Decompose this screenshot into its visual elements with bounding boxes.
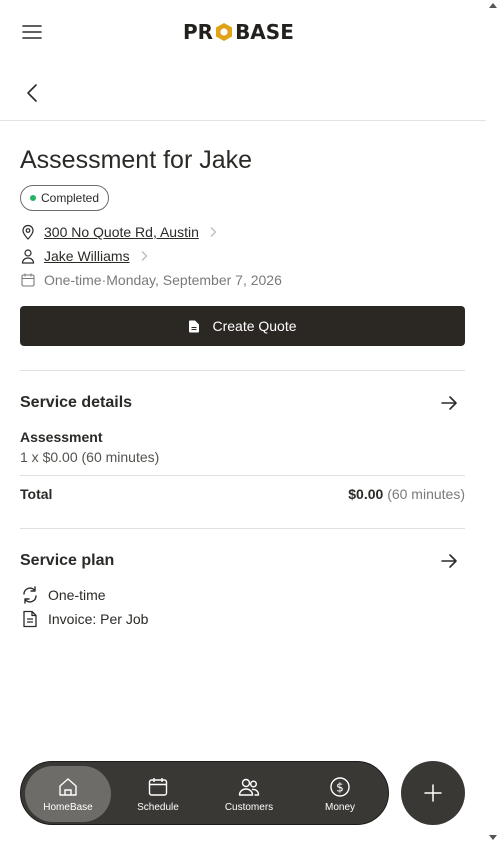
top-bar: PR BASE (0, 0, 486, 64)
back-bar (0, 64, 486, 121)
frequency-label: One-time (48, 587, 106, 603)
total-label: Total (20, 486, 53, 502)
nav-item-money[interactable]: $ Money (297, 766, 383, 822)
create-quote-label: Create Quote (212, 318, 297, 334)
invoice-label: Invoice: Per Job (48, 611, 149, 627)
chevron-right-icon (141, 251, 147, 261)
money-icon: $ (330, 776, 350, 797)
scroll-up-arrow-icon[interactable] (489, 3, 497, 8)
create-quote-button[interactable]: Create Quote (20, 306, 465, 346)
repeat-icon (23, 586, 37, 604)
divider (20, 370, 465, 371)
nav-item-schedule[interactable]: Schedule (115, 766, 201, 822)
status-badge: Completed (20, 185, 110, 211)
nav-item-homebase[interactable]: HomeBase (25, 766, 111, 822)
logo-hexagon-icon (214, 22, 234, 42)
nav-label: Customers (224, 801, 274, 813)
hamburger-menu-icon[interactable] (20, 20, 44, 44)
customers-icon (238, 778, 260, 796)
address-link[interactable]: 300 No Quote Rd, Austin (44, 224, 199, 240)
total-duration: (60 minutes) (387, 486, 465, 502)
back-chevron-icon[interactable] (22, 82, 44, 104)
address-row: 300 No Quote Rd, Austin (20, 222, 219, 242)
customer-link[interactable]: Jake Williams (44, 248, 130, 264)
schedule-type: One-time (44, 272, 102, 288)
plus-icon (424, 784, 442, 802)
frequency-row: One-time (20, 585, 106, 605)
scroll-down-arrow-icon[interactable] (489, 835, 497, 840)
probase-logo[interactable]: PR BASE (183, 20, 294, 44)
location-pin-icon (22, 224, 34, 240)
nav-item-customers[interactable]: Customers (206, 766, 292, 822)
service-item-name: Assessment (20, 429, 103, 445)
service-plan-title: Service plan (20, 552, 115, 569)
nav-label: Schedule (137, 801, 179, 813)
schedule-date: Monday, September 7, 2026 (106, 272, 282, 288)
chevron-right-icon (210, 227, 217, 237)
arrow-right-icon[interactable] (438, 550, 460, 572)
calendar-icon (148, 777, 168, 796)
person-icon (21, 249, 35, 264)
schedule-row: One-time · Monday, September 7, 2026 (20, 270, 282, 290)
calendar-icon (21, 273, 35, 287)
arrow-right-icon[interactable] (438, 392, 460, 414)
status-dot-icon (30, 195, 36, 201)
bottom-nav: HomeBase Schedule Customers $ Money (20, 761, 389, 825)
customer-row: Jake Williams (20, 246, 150, 266)
divider (20, 528, 465, 529)
nav-label: Money (324, 801, 355, 813)
app: PR BASE Assessment for Jake Completed 30… (0, 0, 486, 845)
document-icon (189, 320, 200, 332)
svg-text:$: $ (336, 780, 344, 794)
nav-label: HomeBase (43, 801, 93, 813)
home-icon (59, 777, 77, 796)
total-amount: $0.00 (348, 486, 384, 502)
total-value: $0.00 (60 minutes) (348, 486, 465, 502)
invoice-row: Invoice: Per Job (20, 609, 148, 629)
add-fab-button[interactable] (401, 761, 465, 825)
service-details-title: Service details (20, 394, 133, 411)
service-item-line: 1 x $0.00 (60 minutes) (20, 449, 160, 465)
scrollbar[interactable] (486, 0, 500, 845)
page-title: Assessment for Jake (20, 146, 253, 174)
invoice-document-icon (23, 610, 37, 628)
divider (20, 475, 465, 476)
